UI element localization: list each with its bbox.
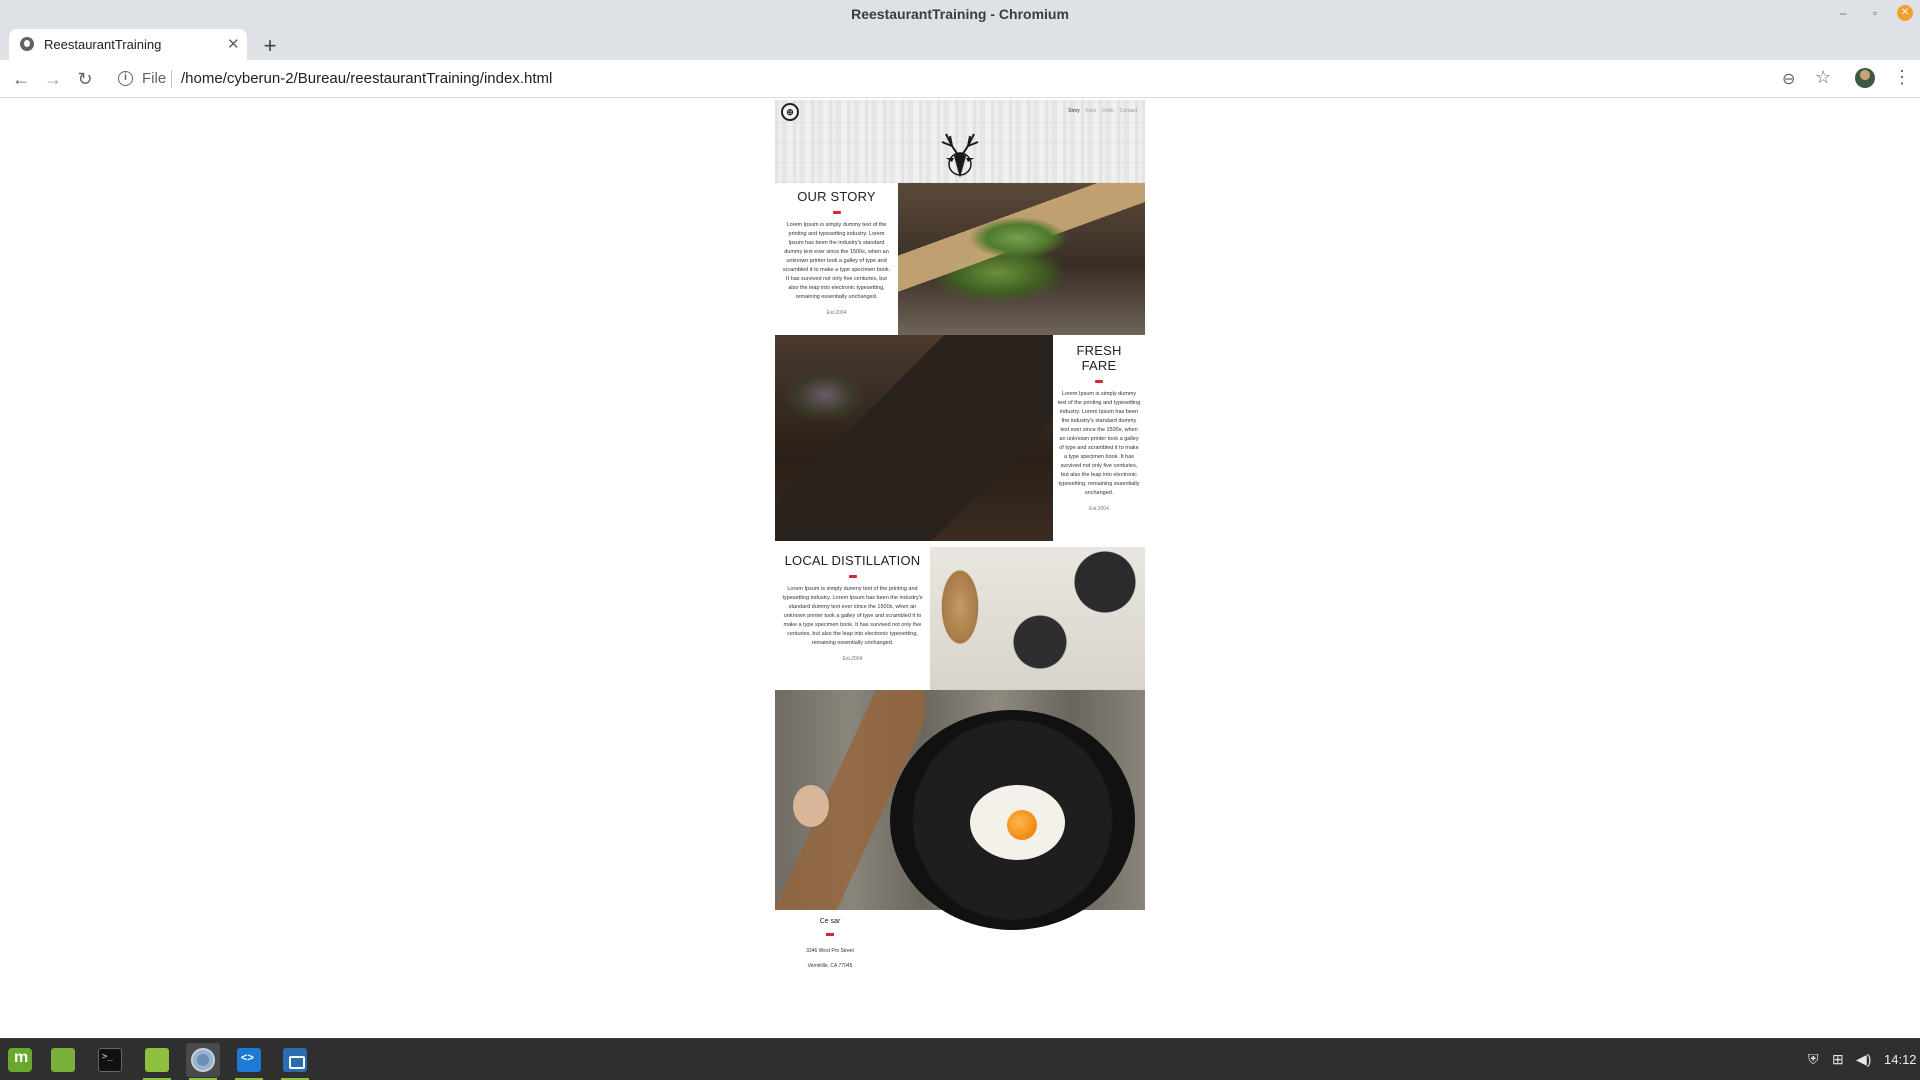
nav-link-contact[interactable]: Contact bbox=[1120, 108, 1137, 114]
globe-icon bbox=[20, 37, 34, 51]
tab-title: ReestaurantTraining bbox=[44, 37, 162, 52]
window-titlebar: ReestaurantTraining - Chromium – ▫ ✕ bbox=[0, 0, 1920, 29]
accent-divider bbox=[1095, 380, 1103, 383]
address-bar[interactable]: /home/cyberun-2/Bureau/reestaurantTraini… bbox=[181, 70, 552, 87]
back-button[interactable]: ← bbox=[9, 67, 33, 91]
network-icon[interactable]: ⊞ bbox=[1832, 1051, 1844, 1068]
tab-strip: ReestaurantTraining ✕ + bbox=[0, 29, 1920, 60]
site-footer: Ce sar 3346 West Pro Street Vermilille, … bbox=[775, 910, 885, 974]
fare-section: FRESH FARE Lorem Ipsum is simply dummy t… bbox=[775, 335, 1145, 541]
mint-menu-icon bbox=[8, 1048, 32, 1072]
maximize-button[interactable]: ▫ bbox=[1866, 4, 1884, 22]
minimize-button[interactable]: – bbox=[1834, 4, 1852, 22]
footer-address-line1: 3346 West Pro Street bbox=[806, 948, 854, 954]
window-title: ReestaurantTraining - Chromium bbox=[851, 6, 1069, 22]
chromium-launcher[interactable] bbox=[186, 1043, 220, 1080]
zoom-icon[interactable]: ⊖ bbox=[1782, 69, 1795, 89]
story-section: OUR STORY Lorem Ipsum is simply dummy te… bbox=[775, 183, 1145, 335]
browser-menu-icon[interactable]: ⋮ bbox=[1893, 67, 1911, 88]
tab-close-icon[interactable]: ✕ bbox=[227, 35, 240, 53]
desktop-icon bbox=[51, 1048, 75, 1072]
nav-link-drink[interactable]: Drink bbox=[1102, 108, 1114, 114]
accent-divider bbox=[848, 575, 857, 578]
restaurant-site: ⊕ Story Fare Drink Contact OUR STORY Lor… bbox=[775, 100, 1145, 974]
footer-name: Ce sar bbox=[819, 918, 841, 925]
distillation-est: Est.2004 bbox=[842, 656, 863, 662]
show-desktop-button[interactable] bbox=[46, 1043, 80, 1077]
story-est: Est.2004 bbox=[826, 310, 847, 316]
shield-icon[interactable]: ⛨ bbox=[1808, 1051, 1819, 1068]
start-menu-button[interactable] bbox=[3, 1043, 37, 1077]
reload-button[interactable]: ↻ bbox=[73, 67, 97, 91]
asparagus-photo bbox=[898, 183, 1145, 335]
profile-avatar[interactable] bbox=[1855, 68, 1875, 88]
nav-link-fare[interactable]: Fare bbox=[1086, 108, 1096, 114]
distillation-title: LOCAL DISTILLATION bbox=[784, 553, 921, 568]
site-info-icon[interactable]: i bbox=[118, 71, 133, 86]
site-nav: Story Fare Drink Contact bbox=[1068, 108, 1137, 114]
fried-egg-photo bbox=[775, 690, 1145, 930]
screenshot-icon bbox=[283, 1048, 307, 1072]
tab-active[interactable]: ReestaurantTraining ✕ bbox=[9, 29, 247, 60]
footer-address-line2: Vermilille, CA 77045 bbox=[807, 963, 853, 969]
accent-divider bbox=[826, 933, 834, 936]
screenshot-launcher[interactable] bbox=[278, 1043, 312, 1080]
taskbar: ⛨ ⊞ ◀) 14:12 bbox=[0, 1038, 1920, 1080]
nav-link-story[interactable]: Story bbox=[1068, 108, 1080, 114]
clock[interactable]: 14:12 bbox=[1884, 1052, 1917, 1067]
egg-yolk-shape bbox=[1007, 810, 1037, 840]
story-title: OUR STORY bbox=[797, 189, 876, 204]
site-header: ⊕ Story Fare Drink Contact bbox=[775, 100, 1145, 183]
distillation-body: Lorem Ipsum is simply dummy text of the … bbox=[782, 586, 923, 646]
stag-head-icon bbox=[941, 133, 979, 178]
fare-body: Lorem Ipsum is simply dummy text of the … bbox=[1057, 391, 1141, 496]
forward-button[interactable]: → bbox=[41, 67, 65, 91]
url-scheme-label: File bbox=[142, 70, 167, 87]
distillation-section: LOCAL DISTILLATION Lorem Ipsum is simply… bbox=[775, 547, 1145, 690]
volume-icon[interactable]: ◀) bbox=[1856, 1051, 1871, 1068]
story-body: Lorem Ipsum is simply dummy text of the … bbox=[782, 222, 891, 300]
close-window-button[interactable]: ✕ bbox=[1897, 5, 1913, 21]
distillation-card: LOCAL DISTILLATION Lorem Ipsum is simply… bbox=[775, 547, 930, 690]
accent-divider bbox=[832, 211, 841, 214]
fare-card: FRESH FARE Lorem Ipsum is simply dummy t… bbox=[1053, 335, 1145, 541]
files-icon bbox=[145, 1048, 169, 1072]
mussels-photo bbox=[930, 547, 1145, 690]
story-card: OUR STORY Lorem Ipsum is simply dummy te… bbox=[775, 183, 898, 335]
files-launcher[interactable] bbox=[140, 1043, 174, 1080]
fare-title-line2: FARE bbox=[1081, 358, 1117, 373]
terminal-icon bbox=[98, 1048, 122, 1072]
artichoke-photo bbox=[775, 335, 1053, 541]
vscode-icon bbox=[237, 1048, 261, 1072]
omnibox-divider bbox=[171, 70, 172, 88]
site-logo-icon[interactable]: ⊕ bbox=[781, 103, 799, 121]
page-viewport: ⊕ Story Fare Drink Contact OUR STORY Lor… bbox=[0, 98, 1920, 1038]
terminal-launcher[interactable] bbox=[93, 1043, 127, 1077]
chromium-icon bbox=[191, 1048, 215, 1072]
browser-toolbar: ← → ↻ i File /home/cyberun-2/Bureau/rees… bbox=[0, 60, 1920, 98]
fare-est: Est.2004 bbox=[1089, 506, 1109, 512]
egg-shell-shape bbox=[793, 785, 829, 827]
bookmark-star-icon[interactable]: ☆ bbox=[1815, 67, 1831, 88]
new-tab-button[interactable]: + bbox=[258, 33, 282, 59]
vscode-launcher[interactable] bbox=[232, 1043, 266, 1080]
fare-title-line1: FRESH bbox=[1076, 343, 1122, 358]
